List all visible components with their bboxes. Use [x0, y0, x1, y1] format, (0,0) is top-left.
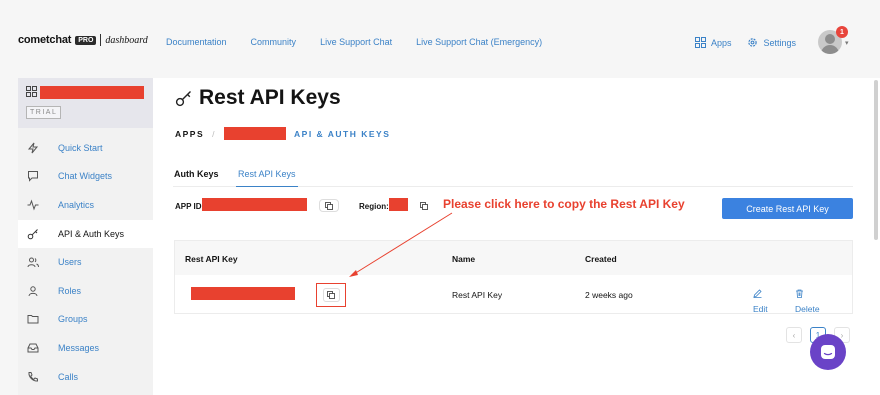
brand-name: cometchat — [18, 34, 72, 46]
sidebar-item-label: Quick Start — [58, 143, 103, 153]
sidebar-item-api-auth-keys[interactable]: API & Auth Keys — [18, 220, 153, 248]
inbox-icon — [27, 343, 39, 353]
create-rest-api-key-button[interactable]: Create Rest API Key — [722, 198, 853, 219]
nav-live-support-chat[interactable]: Live Support Chat — [320, 37, 392, 47]
settings-label: Settings — [763, 37, 796, 48]
logo[interactable]: cometchat PRO dashboard — [18, 34, 148, 46]
key-icon — [27, 229, 38, 240]
chevron-down-icon[interactable]: ▾ — [845, 39, 849, 47]
sidebar-item-label: Messages — [58, 343, 100, 353]
sidebar-item-users[interactable]: Users — [18, 248, 153, 276]
sidebar-item-label: Calls — [58, 372, 79, 382]
sidebar-item-messages[interactable]: Messages — [18, 334, 153, 362]
apps-label: Apps — [710, 37, 732, 48]
redacted-region — [389, 198, 408, 211]
tab-rest-api-keys[interactable]: Rest API Keys — [236, 169, 298, 187]
user-icon — [28, 286, 38, 297]
users-icon — [27, 257, 39, 268]
folder-icon — [27, 315, 39, 324]
edit-label: Edit — [753, 304, 768, 314]
delete-button[interactable]: Delete — [795, 289, 820, 314]
apps-link[interactable]: Apps — [694, 37, 732, 48]
region-label: Region: — [359, 202, 389, 211]
breadcrumb-separator: / — [212, 128, 217, 139]
grid-icon — [26, 86, 37, 97]
table-row: Rest API Key 2 weeks ago Edit Delete — [175, 275, 852, 314]
pencil-icon — [753, 289, 762, 298]
redacted-app-id — [202, 198, 307, 211]
page-title: Rest API Keys — [175, 86, 341, 110]
sidebar-item-roles[interactable]: Roles — [18, 277, 153, 305]
app-id-label: APP ID: — [175, 202, 205, 211]
rest-api-keys-table: Rest API Key Name Created Rest API Key 2… — [174, 240, 853, 314]
sidebar-item-analytics[interactable]: Analytics — [18, 191, 153, 219]
copy-region-button[interactable] — [414, 199, 434, 212]
sidebar-item-groups[interactable]: Groups — [18, 305, 153, 333]
sidebar-item-label: API & Auth Keys — [58, 229, 125, 239]
redacted-app-name[interactable] — [224, 127, 287, 140]
copy-icon — [327, 291, 335, 299]
prev-page-button[interactable]: ‹ — [786, 327, 802, 343]
sidebar-item-calls[interactable]: Calls — [18, 363, 153, 391]
sidebar: TRIAL Quick Start Chat Widgets Analytics… — [18, 78, 153, 395]
chat-icon — [821, 345, 835, 359]
logo-divider — [100, 34, 102, 46]
chat-launcher-button[interactable] — [810, 334, 846, 370]
redacted-app-name — [40, 86, 144, 99]
bolt-icon — [27, 142, 39, 154]
sidebar-item-label: Roles — [58, 286, 82, 296]
notification-badge: 1 — [836, 26, 848, 38]
chat-bubble-icon — [28, 171, 38, 182]
copy-key-button[interactable] — [322, 288, 340, 302]
copy-icon — [420, 201, 428, 210]
row-created: 2 weeks ago — [585, 290, 633, 300]
copy-app-id-button[interactable] — [319, 199, 339, 212]
nav-community[interactable]: Community — [251, 37, 297, 47]
chevron-left-icon: ‹ — [792, 330, 796, 340]
breadcrumb-apps[interactable]: APPS — [175, 129, 204, 139]
breadcrumb: APPS / API & AUTH KEYS — [175, 127, 390, 140]
sidebar-item-label: Chat Widgets — [58, 171, 113, 181]
tab-auth-keys[interactable]: Auth Keys — [174, 169, 219, 179]
sidebar-item-label: Users — [58, 257, 82, 267]
sidebar-nav: Quick Start Chat Widgets Analytics API &… — [18, 128, 153, 395]
delete-label: Delete — [795, 304, 820, 314]
page-title-text: Rest API Keys — [199, 86, 341, 109]
edit-button[interactable]: Edit — [753, 289, 768, 314]
top-nav: Documentation Community Live Support Cha… — [166, 37, 542, 47]
nav-documentation[interactable]: Documentation — [166, 37, 227, 47]
trash-icon — [796, 289, 803, 298]
key-icon — [175, 91, 191, 107]
pro-badge: PRO — [75, 35, 97, 45]
nav-live-support-emergency[interactable]: Live Support Chat (Emergency) — [416, 37, 542, 47]
sidebar-item-quick-start[interactable]: Quick Start — [18, 134, 153, 162]
pulse-icon — [27, 199, 39, 211]
copy-key-button-highlight — [316, 283, 346, 307]
app-selector[interactable]: TRIAL — [18, 78, 153, 128]
copy-icon — [325, 201, 333, 210]
sidebar-item-chat-widgets[interactable]: Chat Widgets — [18, 162, 153, 190]
column-header-created: Created — [585, 254, 617, 264]
dashboard-label: dashboard — [105, 34, 148, 46]
column-header-name: Name — [452, 254, 476, 264]
apps-grid-icon — [694, 37, 706, 48]
table-header: Rest API Key Name Created — [175, 241, 852, 275]
row-name: Rest API Key — [452, 290, 503, 300]
phone-icon — [28, 372, 38, 382]
main-content — [153, 78, 880, 395]
gear-icon — [748, 38, 758, 47]
chevron-right-icon: › — [840, 330, 844, 340]
copy-hint-annotation: Please click here to copy the Rest API K… — [443, 197, 685, 211]
column-header-key: Rest API Key — [185, 254, 238, 264]
top-right-menu: Apps Settings — [687, 37, 796, 48]
trial-badge: TRIAL — [26, 106, 62, 119]
scrollbar[interactable] — [874, 80, 878, 240]
sidebar-item-label: Analytics — [58, 200, 95, 210]
sidebar-item-label: Groups — [58, 314, 88, 324]
settings-link[interactable]: Settings — [747, 37, 796, 48]
redacted-api-key — [191, 287, 295, 300]
tab-bar: Auth Keys Rest API Keys — [173, 163, 853, 187]
breadcrumb-current: API & AUTH KEYS — [294, 128, 391, 139]
